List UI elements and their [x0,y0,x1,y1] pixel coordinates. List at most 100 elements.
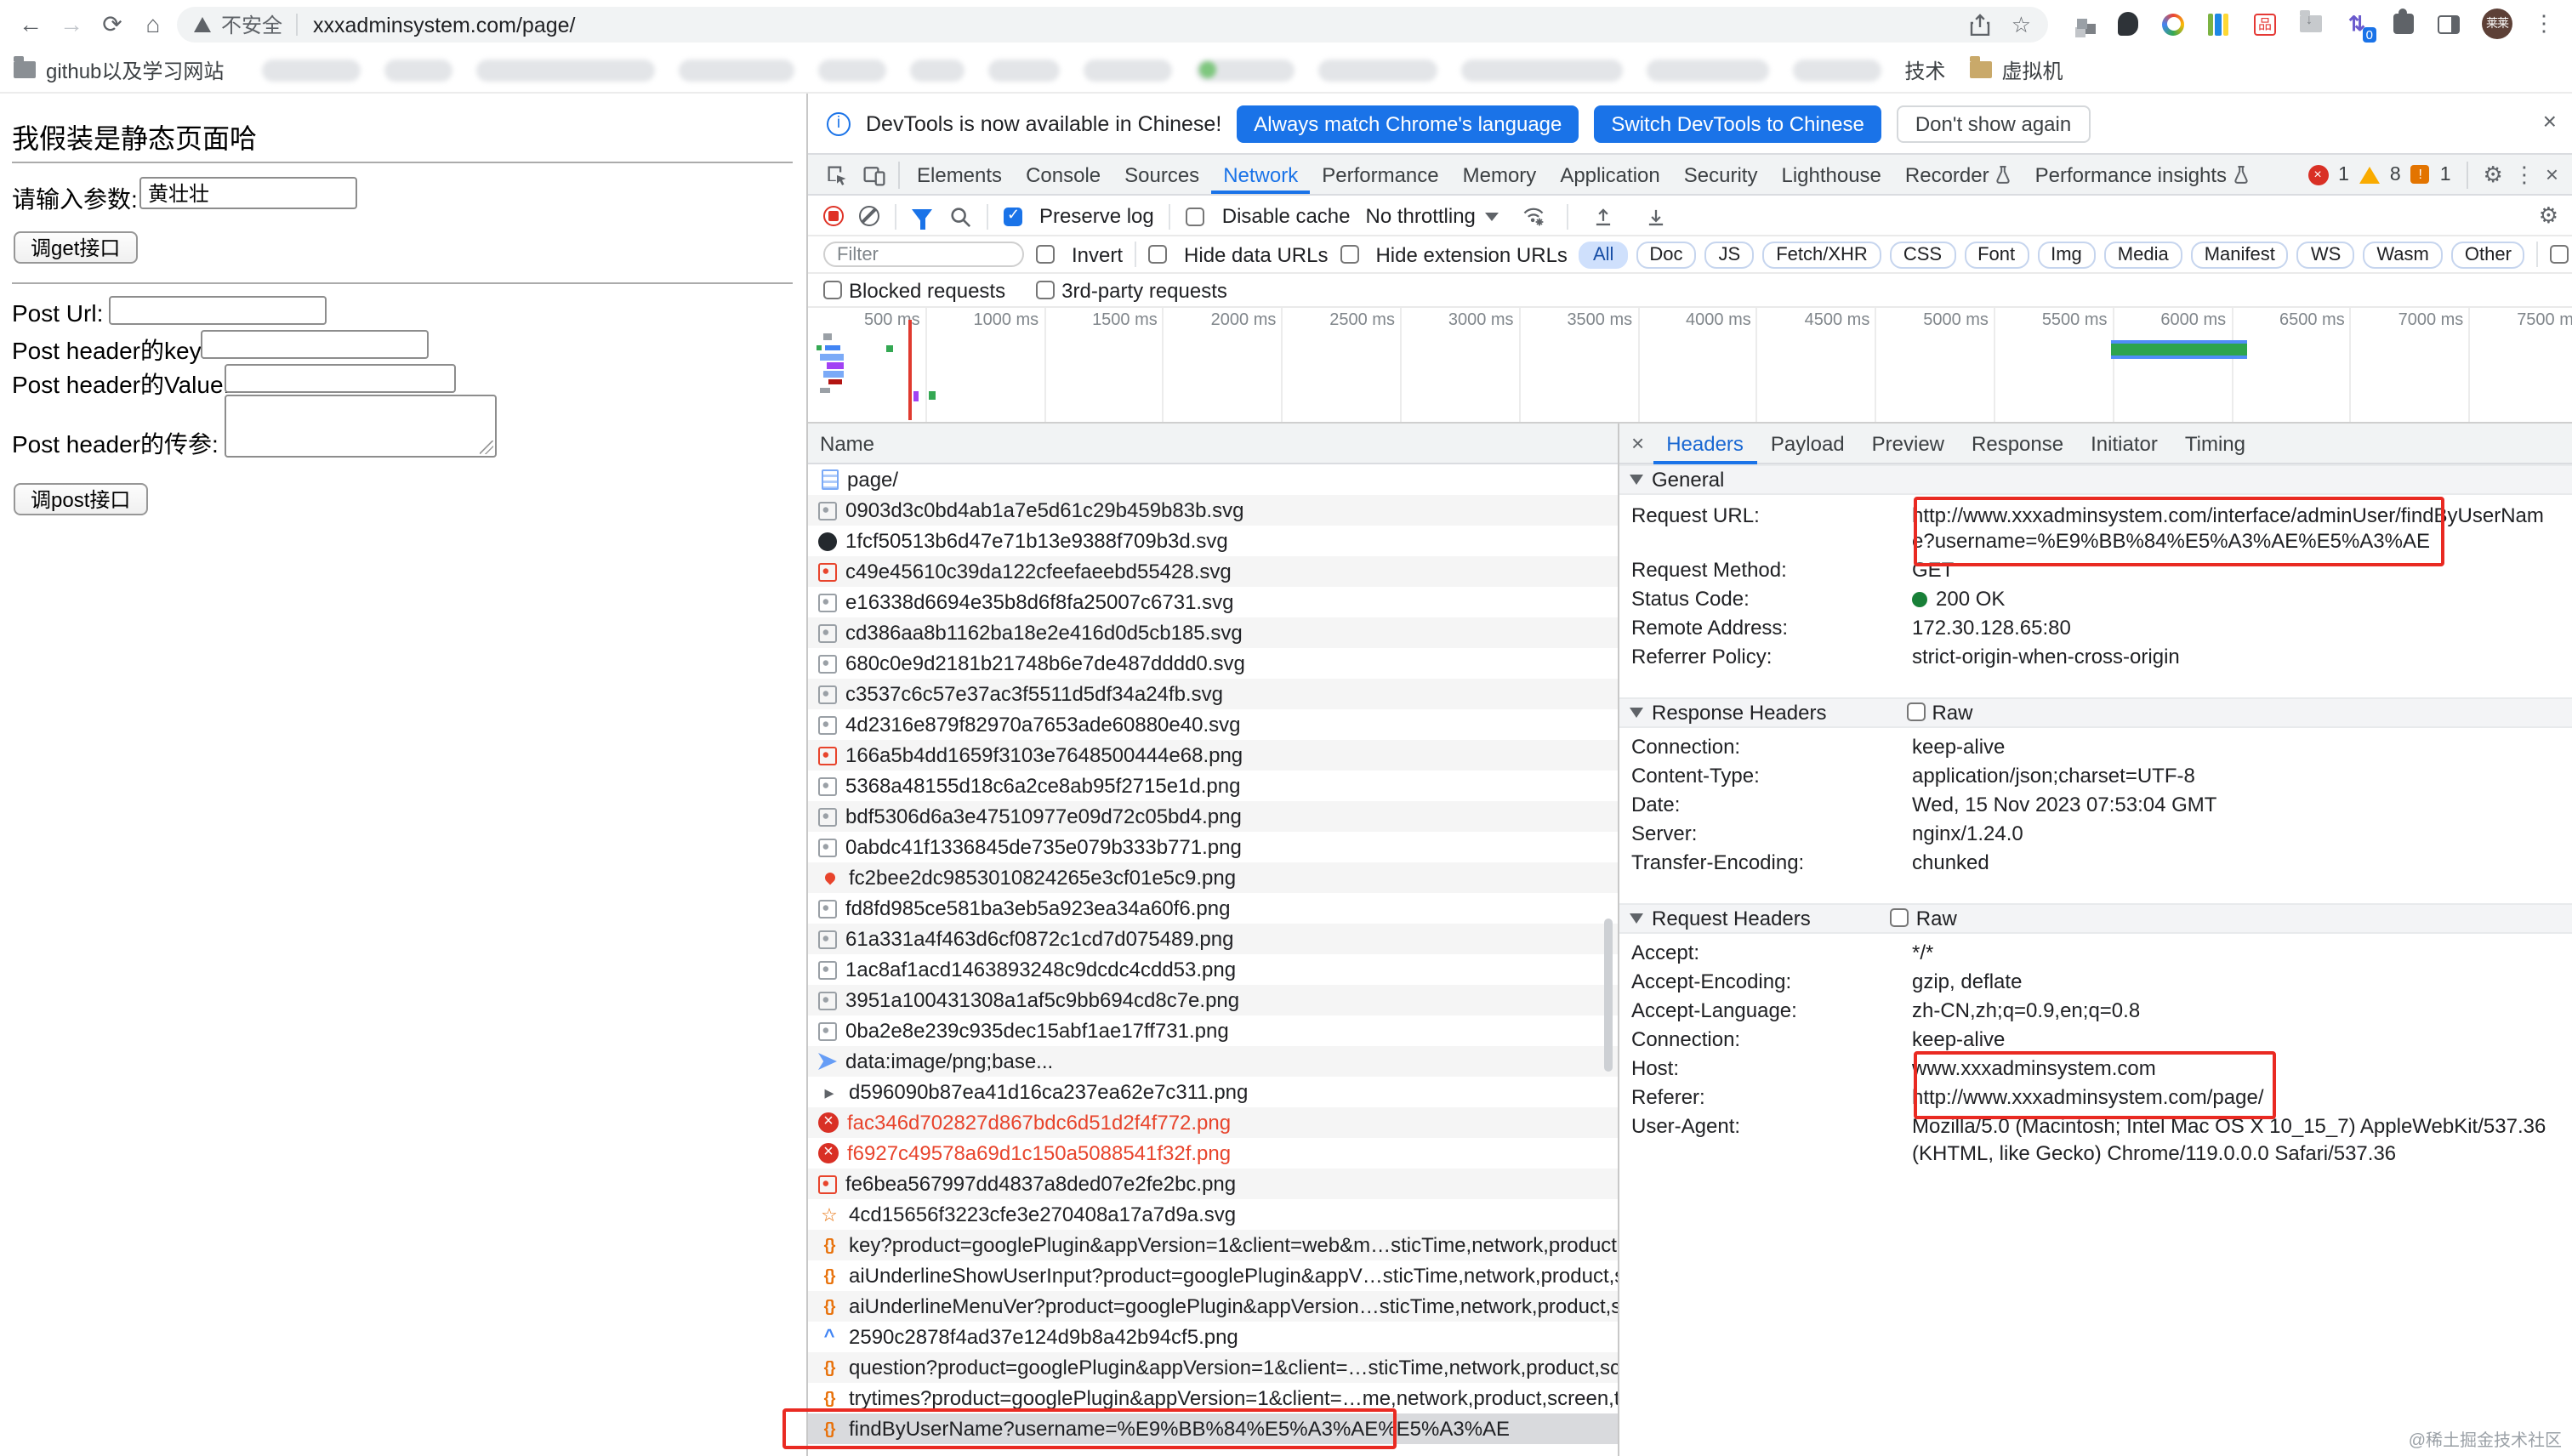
errors-icon[interactable]: × [2307,164,2329,185]
devtools-tab-performance-insights[interactable]: Performance insights [2023,155,2261,194]
request-row[interactable]: 61a331a4f463d6cf0872c1cd7d075489.png [808,924,1618,954]
match-language-button[interactable]: Always match Chrome's language [1237,105,1579,142]
device-toolbar-icon[interactable] [856,156,893,193]
request-row[interactable]: 0abdc41f1336845de735e079b333b771.png [808,832,1618,862]
invert-checkbox[interactable] [1036,245,1055,264]
filter-type-ws[interactable]: WS [2296,241,2355,268]
request-row[interactable]: 2590c2878f4ad37e124d9b8a42b94cf5.png [808,1322,1618,1352]
devtools-tab-lighthouse[interactable]: Lighthouse [1769,155,1892,194]
devtools-tab-recorder[interactable]: Recorder [1893,155,2023,194]
bookmark-item-blurred[interactable] [384,59,452,81]
devtools-tab-network[interactable]: Network [1211,155,1310,194]
post-value-input[interactable] [225,364,456,393]
request-row[interactable]: c3537c6c57e37ac3f5511d5df34a24fb.svg [808,679,1618,709]
request-row[interactable]: f6927c49578a69d1c150a5088541f32f.png [808,1138,1618,1169]
preserve-log-toggle[interactable]: Preserve log [1004,204,1154,228]
raw-checkbox[interactable] [1890,908,1909,927]
request-row[interactable]: c49e45610c39da122cfeefaeebd55428.svg [808,556,1618,587]
request-row[interactable]: bdf5306d6a3e47510977e09d72c05bd4.png [808,801,1618,832]
hide-data-urls-toggle[interactable]: Hide data URLs [1148,242,1328,266]
details-tab-preview[interactable]: Preview [1858,424,1958,464]
request-row[interactable]: data:image/png;base... [808,1046,1618,1077]
bookmark-item-blurred[interactable] [678,59,794,81]
disable-cache-toggle[interactable]: Disable cache [1186,204,1351,228]
third-party-checkbox[interactable] [1036,281,1056,299]
devtools-menu-icon[interactable]: ⋮ [2513,161,2535,188]
third-party-toggle[interactable]: 3rd-party requests [1036,278,1227,302]
request-row[interactable]: e16338d6694e35b8d6f8fa25007c6731.svg [808,587,1618,617]
extensions-puzzle-icon[interactable] [2390,9,2416,37]
search-icon[interactable] [947,197,971,235]
blocked-cookies-toggle[interactable]: Blocked response cookies [2550,242,2572,266]
filter-type-css[interactable]: CSS [1889,241,1956,268]
blocked-requests-checkbox[interactable] [823,281,842,299]
filter-type-fetch-xhr[interactable]: Fetch/XHR [1762,241,1881,268]
post-api-button[interactable]: 调post接口 [14,483,148,515]
request-row[interactable]: 3951a100431308a1af5c9bb694cd8c7e.png [808,985,1618,1015]
hide-data-urls-checkbox[interactable] [1148,245,1168,264]
request-row[interactable]: question?product=googlePlugin&appVersion… [808,1352,1618,1383]
filter-type-doc[interactable]: Doc [1636,241,1697,268]
issues-icon[interactable]: ! [2410,165,2430,184]
reload-button[interactable]: ⟳ [95,9,129,39]
request-row[interactable]: findByUserName?username=%E9%BB%84%E5%A3%… [808,1413,1618,1444]
filter-type-manifest[interactable]: Manifest [2190,241,2289,268]
details-tab-payload[interactable]: Payload [1757,424,1858,464]
devtools-tab-sources[interactable]: Sources [1112,155,1211,194]
import-har-icon[interactable] [1585,197,1622,235]
param-input[interactable] [139,177,357,209]
throttling-select[interactable]: No throttling [1366,204,1499,228]
ring-extension-icon[interactable] [2160,11,2186,37]
evernote-extension-icon[interactable] [2114,11,2140,37]
details-tab-response[interactable]: Response [1958,424,2077,464]
filter-type-all[interactable]: All [1579,241,1628,268]
export-har-icon[interactable] [1637,197,1675,235]
post-key-input[interactable] [201,330,429,359]
hide-extension-urls-toggle[interactable]: Hide extension URLs [1340,242,1568,266]
warnings-icon[interactable] [2359,166,2380,183]
request-row[interactable]: fe6bea567997dd4837a8ded07e2fe2bc.png [808,1169,1618,1199]
request-row[interactable]: fac346d702827d867bdc6d51d2f4f772.png [808,1107,1618,1138]
bookmark-item-blurred[interactable] [987,59,1060,81]
switch-chinese-button[interactable]: Switch DevTools to Chinese [1594,105,1881,142]
details-tab-headers[interactable]: Headers [1653,424,1757,464]
back-button[interactable]: ← [14,9,48,39]
request-row[interactable]: aiUnderlineShowUserInput?product=googleP… [808,1260,1618,1291]
bookmark-item-blurred[interactable] [909,59,964,81]
bookmark-item-blurred[interactable] [817,59,886,81]
filter-type-wasm[interactable]: Wasm [2363,241,2443,268]
close-details-icon[interactable]: × [1631,430,1644,456]
request-row[interactable]: 5368a48155d18c6a2ce8ab95f2715e1d.png [808,771,1618,801]
request-row[interactable]: cd386aa8b1162ba18e2e416d0d5cb185.svg [808,617,1618,648]
browser-menu-icon[interactable]: ⋮ [2533,10,2555,37]
bookmark-folder-vm[interactable]: 虚拟机 [1969,55,2063,84]
bookmark-star-icon[interactable]: ☆ [2012,14,2031,36]
bookmark-item-blurred[interactable] [261,59,361,81]
request-row[interactable]: 0ba2e8e239c935dec15abf1ae17ff731.png [808,1015,1618,1046]
get-api-button[interactable]: 调get接口 [14,231,138,264]
request-row[interactable]: d596090b87ea41d16ca237ea62e7c311.png [808,1077,1618,1107]
network-conditions-icon[interactable] [1515,197,1552,235]
details-tab-initiator[interactable]: Initiator [2077,424,2171,464]
request-row[interactable]: 166a5b4dd1659f3103e7648500444e68.png [808,740,1618,771]
filter-type-font[interactable]: Font [1964,241,2029,268]
request-row[interactable]: key?product=googlePlugin&appVersion=1&cl… [808,1230,1618,1260]
inspect-element-icon[interactable] [818,156,856,193]
section-header-general[interactable]: General [1619,464,2572,495]
filter-type-media[interactable]: Media [2103,241,2182,268]
sitemap-extension-icon[interactable]: 品 [2252,11,2278,37]
post-body-textarea[interactable] [225,395,497,458]
devtools-settings-icon[interactable]: ⚙ [2484,161,2503,188]
request-row[interactable]: 0903d3c0bd4ab1a7e5d61c29b459b83b.svg [808,495,1618,526]
filter-type-other[interactable]: Other [2450,241,2525,268]
devtools-tab-application[interactable]: Application [1548,155,1671,194]
profile-avatar[interactable]: 莱莱 [2482,9,2512,39]
network-settings-icon[interactable]: ⚙ [2539,202,2558,230]
section-header-response-headers[interactable]: Response Headers Raw [1619,697,2572,727]
devtools-tab-elements[interactable]: Elements [905,155,1014,194]
request-row[interactable]: trytimes?product=googlePlugin&appVersion… [808,1383,1618,1413]
filter-type-img[interactable]: Img [2037,241,2096,268]
devtools-tab-security[interactable]: Security [1672,155,1770,194]
request-row[interactable]: 680c0e9d2181b21748b6e7de487dddd0.svg [808,648,1618,679]
request-row[interactable]: page/ [808,464,1618,495]
